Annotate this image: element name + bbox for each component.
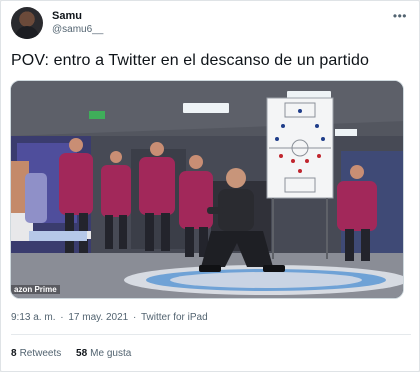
tweet-source[interactable]: Twitter for iPad: [141, 312, 208, 323]
tweet-meta: 9:13 a. m. · 17 may. 2021 · Twitter for …: [11, 312, 208, 323]
retweets-label: Retweets: [19, 348, 62, 359]
media-watermark: azon Prime: [11, 285, 60, 294]
display-name[interactable]: Samu: [52, 9, 103, 23]
retweets-stat[interactable]: 8 Retweets: [11, 348, 61, 359]
tweet-header: Samu @samu6__ •••: [11, 7, 411, 41]
avatar[interactable]: [11, 7, 43, 39]
more-horizontal-icon[interactable]: •••: [393, 9, 407, 23]
tweet-text: POV: entro a Twitter en el descanso de u…: [11, 52, 370, 69]
meta-separator: ·: [133, 312, 137, 323]
tweet-date[interactable]: 17 may. 2021: [68, 312, 128, 323]
likes-stat[interactable]: 58 Me gusta: [76, 348, 131, 359]
author-names[interactable]: Samu @samu6__: [52, 9, 103, 36]
locker-room-scene: [11, 81, 403, 298]
retweets-count: 8: [11, 348, 17, 359]
stats-divider: [11, 334, 411, 335]
user-handle[interactable]: @samu6__: [52, 23, 103, 36]
tweet-time[interactable]: 9:13 a. m.: [11, 312, 55, 323]
likes-count: 58: [76, 348, 88, 359]
tweet-stats: 8 Retweets 58 Me gusta: [11, 348, 143, 359]
likes-label: Me gusta: [90, 348, 132, 359]
tweet-media-image[interactable]: azon Prime: [10, 80, 404, 299]
meta-separator: ·: [60, 312, 64, 323]
tweet-card: Samu @samu6__ ••• POV: entro a Twitter e…: [0, 0, 420, 372]
